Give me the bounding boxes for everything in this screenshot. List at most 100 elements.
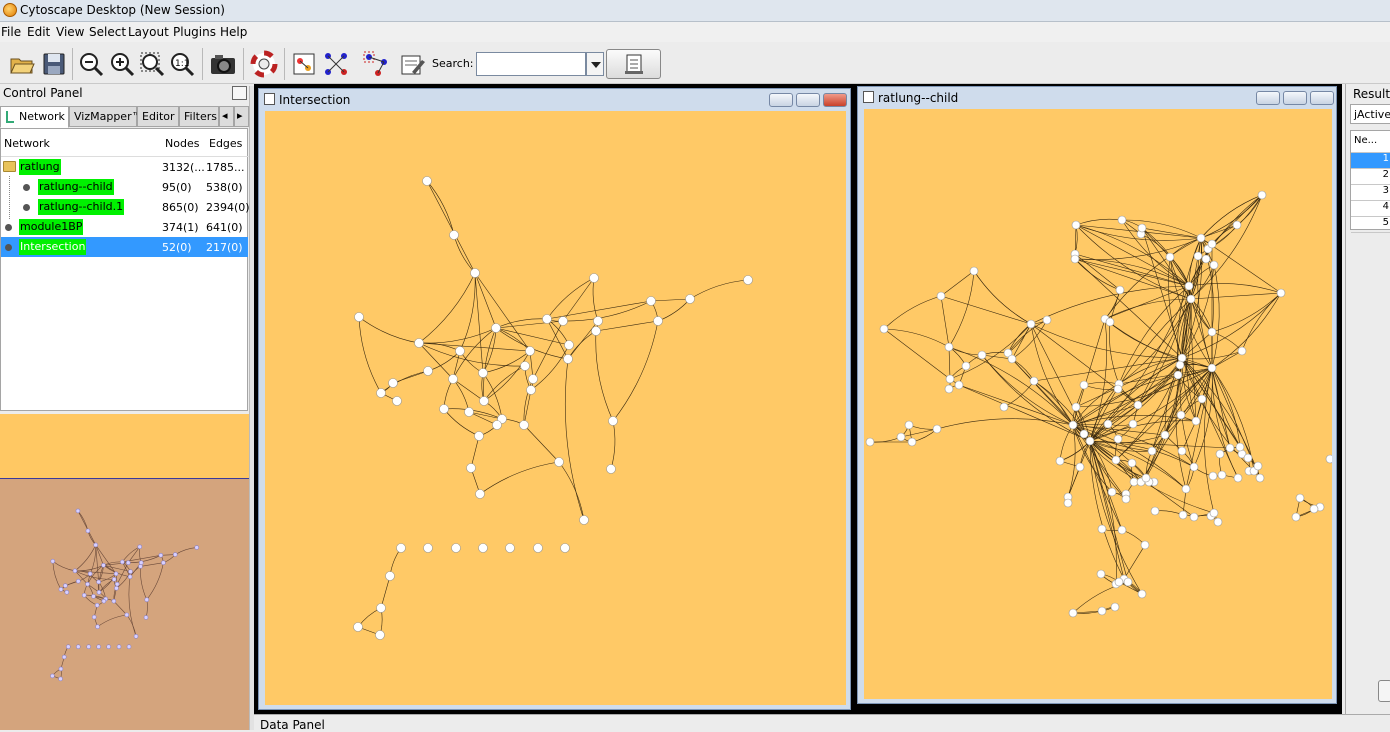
camera-icon[interactable]	[209, 50, 237, 78]
network-node[interactable]	[1182, 485, 1190, 493]
network-node[interactable]	[386, 572, 395, 581]
network-node[interactable]	[139, 561, 143, 565]
network-node[interactable]	[1258, 191, 1266, 199]
lifebuoy-icon[interactable]	[250, 50, 278, 78]
network-node[interactable]	[1151, 507, 1159, 515]
column-header-edges[interactable]: Edges	[209, 137, 242, 150]
network-node[interactable]	[1187, 295, 1195, 303]
network-node[interactable]	[1178, 447, 1186, 455]
zoom-in-icon[interactable]	[108, 50, 136, 78]
network-node[interactable]	[76, 579, 80, 583]
network-node[interactable]	[647, 297, 656, 306]
network-node[interactable]	[955, 381, 963, 389]
network-overview[interactable]	[0, 479, 249, 730]
network-node[interactable]	[138, 564, 142, 568]
network-node[interactable]	[476, 490, 485, 499]
network-node[interactable]	[1216, 450, 1224, 458]
network-node[interactable]	[1098, 607, 1106, 615]
network-node[interactable]	[978, 351, 986, 359]
network-node[interactable]	[1069, 609, 1077, 617]
network-node[interactable]	[493, 421, 502, 430]
network-node[interactable]	[686, 295, 695, 304]
network-node[interactable]	[1174, 371, 1182, 379]
network-node[interactable]	[1209, 472, 1217, 480]
network-node[interactable]	[565, 341, 574, 350]
network-node[interactable]	[128, 570, 132, 574]
network-node[interactable]	[1118, 216, 1126, 224]
network-node[interactable]	[1210, 261, 1218, 269]
zoom-selected-icon[interactable]	[138, 50, 166, 78]
minimize-icon[interactable]	[1256, 91, 1280, 105]
network-node[interactable]	[82, 593, 86, 597]
network-node[interactable]	[1161, 431, 1169, 439]
results-row[interactable]: 2	[1351, 169, 1390, 185]
results-row[interactable]: 3	[1351, 185, 1390, 201]
network-row-ratlung-child-1[interactable]: ratlung--child.1 865(0) 2394(0)	[1, 197, 248, 217]
menu-file[interactable]: File	[1, 25, 21, 39]
network-node[interactable]	[88, 572, 92, 576]
search-go-button[interactable]	[606, 49, 661, 79]
network-node[interactable]	[1124, 578, 1132, 586]
network-node[interactable]	[376, 631, 385, 640]
network-node[interactable]	[66, 645, 70, 649]
network-node[interactable]	[543, 315, 552, 324]
network-node[interactable]	[102, 599, 106, 603]
menu-help[interactable]: Help	[220, 25, 247, 39]
network-node[interactable]	[905, 421, 913, 429]
network-node[interactable]	[534, 544, 543, 553]
network-node[interactable]	[962, 362, 970, 370]
network-node[interactable]	[744, 276, 753, 285]
network-node[interactable]	[415, 339, 424, 348]
network-node[interactable]	[1118, 526, 1126, 534]
network-node[interactable]	[1233, 221, 1241, 229]
network-node[interactable]	[1208, 364, 1216, 372]
network-row-ratlung-child[interactable]: ratlung--child 95(0) 538(0)	[1, 177, 248, 197]
network-node[interactable]	[527, 386, 536, 395]
network-node[interactable]	[59, 677, 63, 681]
network-node[interactable]	[97, 645, 101, 649]
network-node[interactable]	[1108, 488, 1116, 496]
network-node[interactable]	[479, 544, 488, 553]
network-node[interactable]	[91, 594, 95, 598]
network-node[interactable]	[126, 561, 130, 565]
network-node[interactable]	[120, 560, 124, 564]
network-row-ratlung[interactable]: ratlung 3132(... 1785...	[1, 157, 248, 177]
results-column-header[interactable]: Ne...	[1351, 131, 1390, 153]
network-node[interactable]	[51, 559, 55, 563]
results-row[interactable]: 4	[1351, 201, 1390, 217]
network-node[interactable]	[520, 421, 529, 430]
network-node[interactable]	[1000, 403, 1008, 411]
network-node[interactable]	[114, 572, 118, 576]
network-node[interactable]	[607, 465, 616, 474]
network-node[interactable]	[564, 355, 573, 364]
network-node[interactable]	[450, 231, 459, 240]
zoom-out-icon[interactable]	[77, 50, 105, 78]
network-node[interactable]	[946, 375, 954, 383]
network-node[interactable]	[393, 397, 402, 406]
network-node[interactable]	[1027, 320, 1035, 328]
network-node[interactable]	[465, 408, 474, 417]
network-node[interactable]	[897, 433, 905, 441]
tab-editor[interactable]: Editor	[137, 106, 179, 127]
network-node[interactable]	[1112, 456, 1120, 464]
network-node[interactable]	[529, 375, 538, 384]
network-node[interactable]	[559, 317, 568, 326]
network-node[interactable]	[161, 561, 165, 565]
maximize-panel-icon[interactable]	[232, 86, 247, 100]
network-node[interactable]	[73, 569, 77, 573]
network-node[interactable]	[1192, 417, 1200, 425]
network-node[interactable]	[1076, 463, 1084, 471]
search-input[interactable]	[476, 52, 586, 76]
network-node[interactable]	[1214, 518, 1222, 526]
network-node[interactable]	[50, 674, 54, 678]
tab-network[interactable]: Network	[0, 106, 69, 128]
save-icon[interactable]	[40, 50, 68, 78]
network-node[interactable]	[1086, 437, 1094, 445]
tab-scroll-right-icon[interactable]: ▸	[234, 106, 249, 127]
tab-jactivemodules[interactable]: jActiveModules	[1350, 104, 1390, 124]
network-node[interactable]	[1236, 443, 1244, 451]
network-node[interactable]	[1056, 457, 1064, 465]
network-node[interactable]	[866, 438, 874, 446]
network-node[interactable]	[590, 274, 599, 283]
network-node[interactable]	[1310, 505, 1318, 513]
